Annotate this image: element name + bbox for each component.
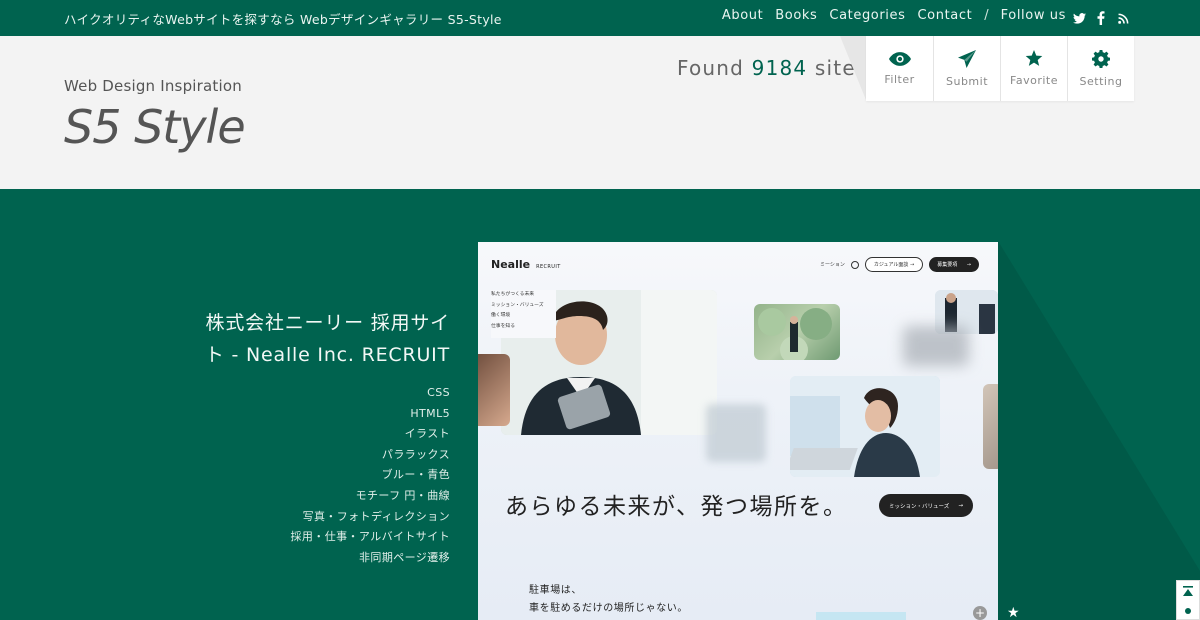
favorite-star-icon[interactable]: ★	[1007, 605, 1020, 620]
found-prefix: Found	[677, 56, 745, 80]
tag-item[interactable]: CSS	[291, 383, 451, 404]
tag-item[interactable]: 写真・フォトディレクション	[291, 507, 451, 528]
shot-nav: ミーション カジュアル面談 → 募集要項 →	[820, 257, 979, 272]
tag-list: CSS HTML5 イラスト パララックス ブルー・青色 モチーフ 円・曲線 写…	[291, 383, 451, 568]
site-title-line2: ト - Nealle Inc. RECRUIT	[204, 344, 450, 366]
submit-label: Submit	[945, 74, 989, 88]
woman-laptop-illustration	[790, 376, 940, 477]
card-shadow	[998, 241, 1200, 620]
found-count: 9184	[751, 56, 808, 80]
shot-nav-button-jobs-label: 募集要項	[937, 262, 958, 268]
shot-brand-sub: RECRUIT	[536, 264, 561, 270]
shot-nav-button-casual: カジュアル面談 →	[864, 257, 924, 272]
top-nav: About Books Categories Contact / Follow …	[722, 8, 1066, 23]
shot-photo-garden	[754, 304, 840, 360]
shot-brand-name: Nealle	[491, 258, 531, 271]
arrow-right-icon: →	[958, 502, 963, 509]
shot-cta-button: ミッション・バリューズ →	[879, 494, 973, 517]
shot-nav-button-jobs: 募集要項 →	[929, 257, 979, 272]
nav-about-link[interactable]: About	[722, 8, 763, 23]
tag-item[interactable]: イラスト	[291, 424, 451, 445]
scroll-top-icon[interactable]	[1183, 586, 1193, 598]
shot-nav-circle-icon	[850, 260, 859, 269]
shot-menu-item: ミッション・バリューズ	[491, 302, 544, 308]
setting-label: Setting	[1079, 74, 1123, 88]
site-logo[interactable]: S5 Style	[64, 100, 246, 154]
toolbar: Filter Submit Favorite Setting	[866, 36, 1134, 101]
filter-label: Filter	[884, 72, 915, 86]
top-bar: ハイクオリティなWebサイトを探すなら Webデザインギャラリー S5-Styl…	[0, 0, 1200, 36]
plus-icon: +	[973, 606, 987, 620]
site-subtitle: Web Design Inspiration	[64, 77, 242, 95]
dot-icon[interactable]	[1185, 608, 1191, 614]
favorite-button[interactable]: Favorite	[1000, 36, 1067, 101]
site-entry-title[interactable]: 株式会社ニーリー 採用サイ ト - Nealle Inc. RECRUIT	[160, 307, 450, 371]
shot-photo-woman-left	[478, 354, 510, 426]
garden-illustration	[758, 308, 832, 360]
site-screenshot[interactable]: Nealle RECRUIT ミーション カジュアル面談 → 募集要項 → 私たち…	[478, 242, 998, 620]
shot-blur-shape	[903, 326, 969, 366]
shot-copy-line1: 駐車場は、	[529, 585, 582, 596]
shot-photo-edge	[983, 384, 998, 469]
rss-icon[interactable]	[1116, 10, 1130, 26]
tag-item[interactable]: モチーフ 円・曲線	[291, 486, 451, 507]
paper-plane-icon	[958, 49, 976, 68]
shot-menu-item: 仕事を知る	[491, 323, 515, 329]
tag-item[interactable]: 非同期ページ遷移	[291, 548, 451, 569]
shot-copy: 駐車場は、 車を駐めるだけの場所じゃない。	[529, 582, 688, 618]
shot-nav-text: ミーション	[820, 262, 845, 268]
site-title-line1: 株式会社ニーリー 採用サイ	[205, 312, 450, 334]
shot-menu-item: 働く環境	[491, 313, 511, 318]
nav-contact-link[interactable]: Contact	[918, 8, 973, 23]
eye-icon	[888, 51, 911, 66]
tag-item[interactable]: パララックス	[291, 445, 451, 466]
shot-blue-strip	[816, 612, 906, 620]
shot-blur-shape	[706, 404, 766, 462]
found-count-text: Found 9184 site	[677, 56, 856, 80]
setting-button[interactable]: Setting	[1067, 36, 1134, 101]
shot-menu-item: 私たちがつくる未来	[491, 292, 535, 297]
shot-headline: あらゆる未来が、発つ場所を。	[505, 494, 848, 520]
shot-menu: 私たちがつくる未来 ミッション・バリューズ 働く環境 仕事を知る	[491, 290, 556, 338]
follow-us-label: Follow us	[1000, 8, 1066, 23]
nav-categories-link[interactable]: Categories	[829, 8, 905, 23]
shot-nav-button-casual-label: カジュアル面談	[873, 262, 909, 268]
site-header: Web Design Inspiration S5 Style Found 91…	[0, 36, 1200, 189]
shot-brand: Nealle RECRUIT	[491, 258, 561, 271]
twitter-icon[interactable]	[1072, 10, 1086, 26]
nav-separator: /	[984, 8, 989, 23]
star-icon	[1025, 50, 1043, 66]
page-scroll-controls	[1176, 580, 1200, 620]
favorite-label: Favorite	[1010, 74, 1058, 87]
site-tagline: ハイクオリティなWebサイトを探すなら Webデザインギャラリー S5-Styl…	[64, 12, 502, 27]
filter-button[interactable]: Filter	[866, 36, 933, 101]
social-links	[1072, 10, 1130, 26]
shot-cta-label: ミッション・バリューズ	[889, 503, 950, 510]
gear-icon	[1092, 49, 1110, 68]
tag-item[interactable]: HTML5	[291, 404, 451, 425]
tag-item[interactable]: ブルー・青色	[291, 465, 451, 486]
shot-photo-woman-laptop	[790, 376, 940, 477]
submit-button[interactable]: Submit	[933, 36, 1000, 101]
facebook-icon[interactable]	[1094, 10, 1108, 26]
tag-item[interactable]: 採用・仕事・アルバイトサイト	[291, 527, 451, 548]
nav-books-link[interactable]: Books	[775, 8, 817, 23]
shot-copy-line2: 車を駐めるだけの場所じゃない。	[529, 603, 688, 614]
